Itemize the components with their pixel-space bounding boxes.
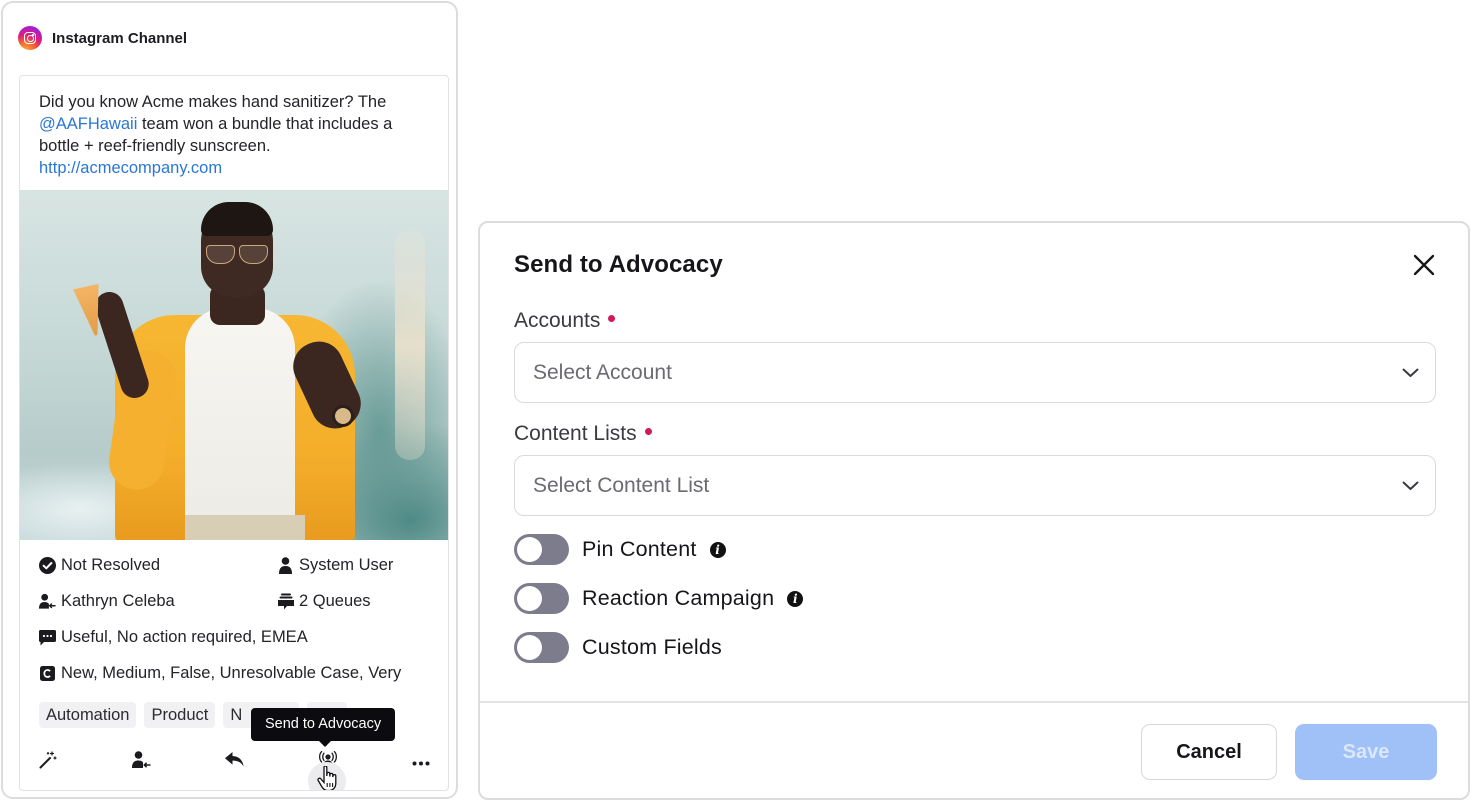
content-lists-label-text: Content Lists	[514, 422, 637, 445]
accounts-select[interactable]: Select Account	[514, 342, 1436, 403]
reply-icon	[224, 752, 244, 772]
user-text: System User	[299, 556, 394, 574]
more-icon	[412, 753, 430, 771]
assign-user-icon	[39, 593, 56, 610]
chevron-down-icon	[1402, 478, 1419, 496]
reaction-campaign-label: Reaction Campaign	[582, 586, 775, 610]
magic-wand-button[interactable]	[34, 748, 62, 776]
reaction-campaign-row: Reaction Campaign i	[514, 583, 804, 614]
send-to-advocacy-dialog: Send to Advocacy Accounts Select Account…	[478, 221, 1470, 800]
required-indicator	[644, 427, 652, 435]
queues-icon	[277, 593, 294, 610]
accounts-placeholder: Select Account	[533, 360, 672, 384]
instagram-icon	[18, 26, 42, 50]
pin-content-toggle[interactable]	[514, 534, 569, 565]
chevron-down-icon	[1402, 365, 1419, 383]
info-icon[interactable]: i	[709, 541, 726, 558]
accounts-label-text: Accounts	[514, 309, 601, 332]
custom-fields-item: New, Medium, False, Unresolvable Case, V…	[39, 664, 401, 683]
user-icon	[277, 557, 294, 574]
info-icon[interactable]: i	[787, 590, 804, 607]
footer-divider	[480, 701, 1468, 703]
magic-wand-icon	[39, 750, 57, 774]
tag[interactable]: Product	[144, 702, 216, 728]
comment-icon	[39, 629, 56, 646]
message-text: Did you know Acme makes hand sanitizer? …	[39, 93, 387, 111]
assignee-text: Kathryn Celeba	[61, 592, 175, 610]
categories-item: Useful, No action required, EMEA	[39, 628, 308, 647]
categories-text: Useful, No action required, EMEA	[61, 628, 308, 646]
content-lists-label: Content Lists	[514, 422, 652, 446]
url-link[interactable]: http://acmecompany.com	[39, 159, 222, 177]
reaction-campaign-toggle[interactable]	[514, 583, 569, 614]
close-icon	[1412, 254, 1436, 281]
channel-header: Instagram Channel	[18, 26, 187, 50]
save-button[interactable]: Save	[1295, 724, 1437, 780]
custom-fields-text: New, Medium, False, Unresolvable Case, V…	[61, 664, 402, 682]
post-image[interactable]	[20, 190, 448, 540]
custom-fields-row: Custom Fields	[514, 632, 722, 663]
reply-button[interactable]	[220, 748, 248, 776]
post-content: Did you know Acme makes hand sanitizer? …	[19, 75, 449, 791]
pin-content-row: Pin Content i	[514, 534, 726, 565]
close-button[interactable]	[1412, 253, 1436, 277]
case-icon	[39, 665, 56, 682]
hand-cursor-icon	[317, 765, 339, 790]
dialog-title: Send to Advocacy	[514, 251, 723, 278]
assignee-item: Kathryn Celeba	[39, 592, 175, 611]
status-item: Not Resolved	[39, 556, 160, 575]
user-item: System User	[277, 556, 393, 575]
check-circle-icon	[39, 557, 56, 574]
action-bar	[20, 748, 448, 776]
queues-item: 2 Queues	[277, 592, 371, 611]
status-text: Not Resolved	[61, 556, 161, 574]
pin-content-label: Pin Content	[582, 537, 697, 561]
content-lists-placeholder: Select Content List	[533, 473, 710, 497]
tag[interactable]: Automation	[39, 702, 137, 728]
cancel-button[interactable]: Cancel	[1141, 724, 1277, 780]
advocacy-tooltip: Send to Advocacy	[251, 708, 396, 747]
required-indicator	[608, 314, 616, 322]
custom-fields-toggle[interactable]	[514, 632, 569, 663]
assign-user-icon	[131, 750, 151, 774]
assign-button[interactable]	[127, 748, 155, 776]
content-lists-select[interactable]: Select Content List	[514, 455, 1436, 516]
post-card: Instagram Channel Did you know Acme make…	[1, 1, 458, 799]
mention-link[interactable]: @AAFHawaii	[39, 115, 137, 133]
custom-fields-label: Custom Fields	[582, 635, 722, 659]
channel-name: Instagram Channel	[52, 29, 188, 47]
more-button[interactable]	[407, 748, 435, 776]
queues-text: 2 Queues	[299, 592, 371, 610]
accounts-label: Accounts	[514, 309, 616, 333]
post-message: Did you know Acme makes hand sanitizer? …	[39, 91, 434, 179]
